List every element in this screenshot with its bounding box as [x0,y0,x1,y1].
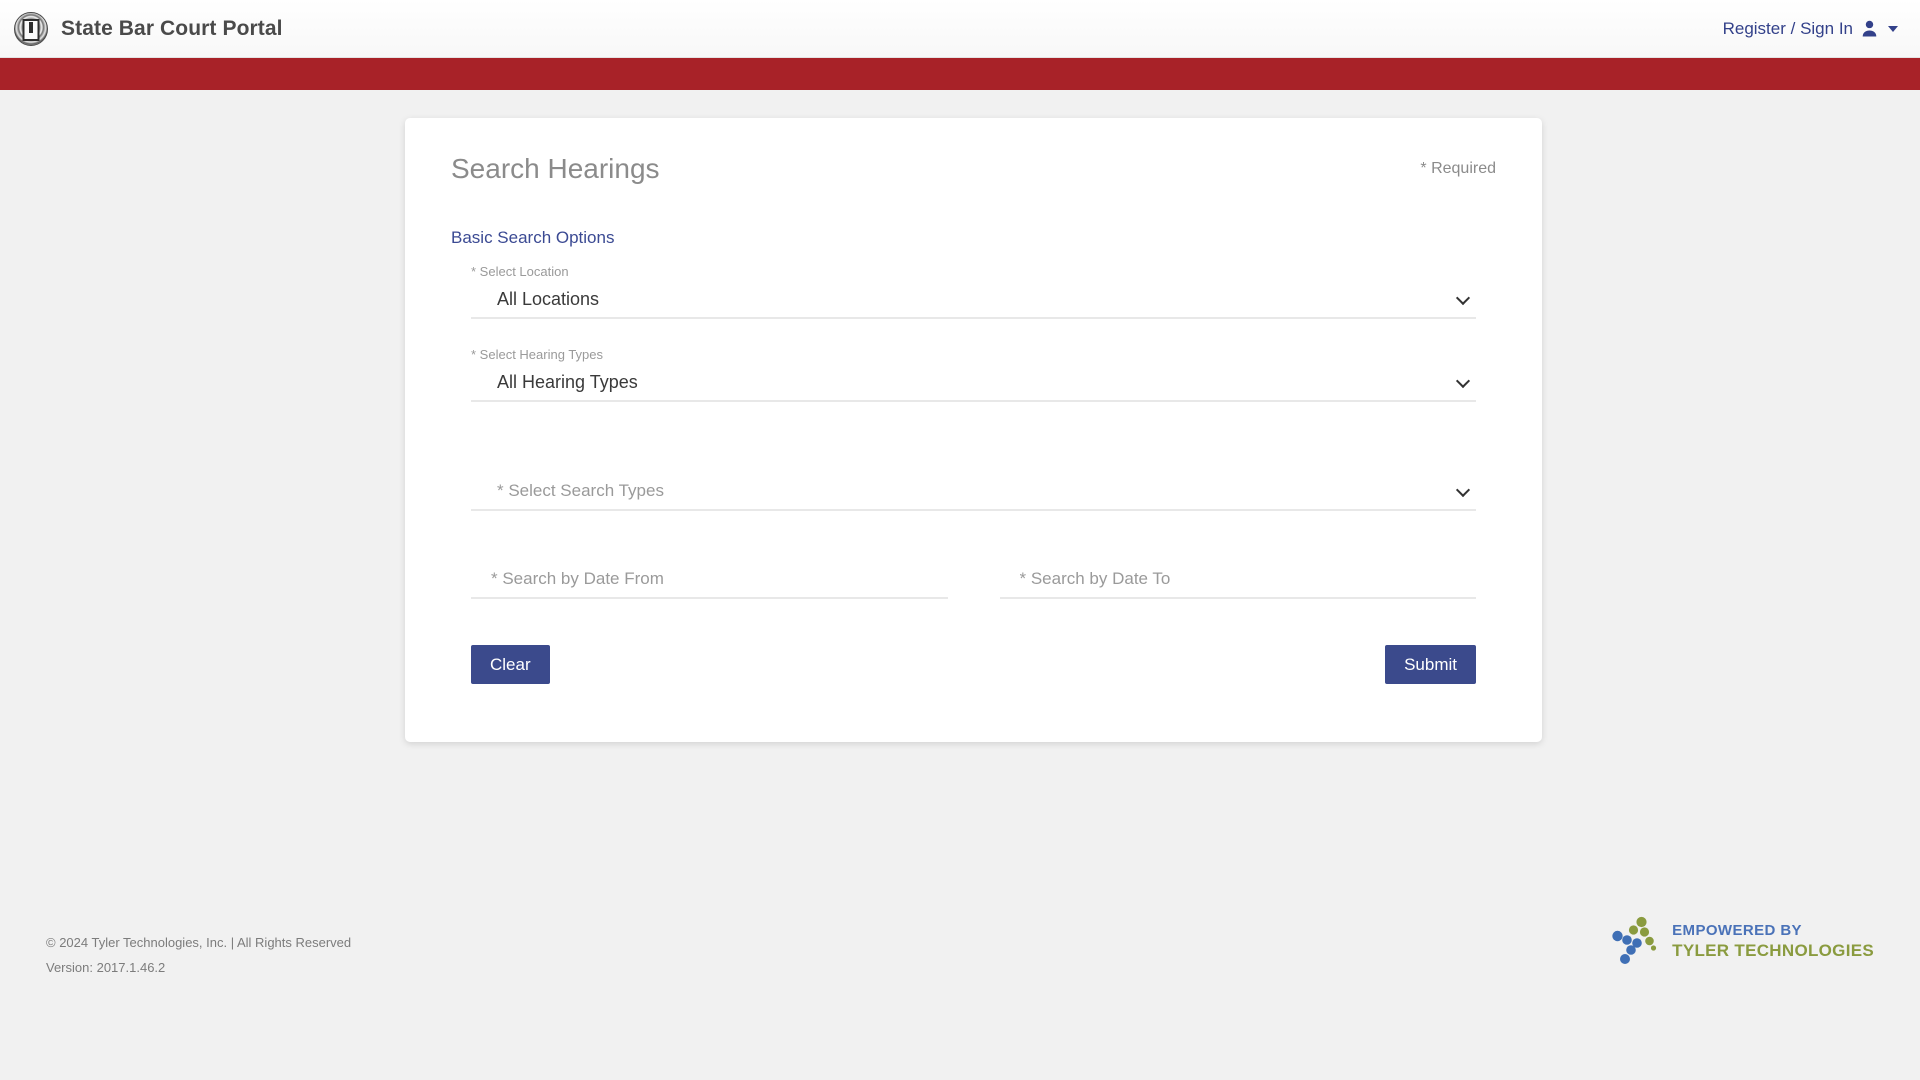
account-menu-label: Register / Sign In [1722,18,1853,38]
form-spacer [471,539,1476,565]
date-range-row [471,564,1476,599]
submit-button[interactable]: Submit [1385,644,1476,685]
label-select-search-types [471,456,1476,472]
tyler-logo-line2: TYLER TECHNOLOGIES [1672,940,1874,960]
select-search-types[interactable]: * Select Search Types [471,476,1476,511]
select-search-types-wrap: * Select Search Types [471,476,1476,511]
tyler-dots-icon [1611,916,1659,968]
search-hearings-card: Search Hearings * Required Basic Search … [405,118,1542,743]
label-select-location: * Select Location [471,263,569,279]
footer-copyright: © 2024 Tyler Technologies, Inc. | All Ri… [46,935,352,950]
field-select-hearing-types: * Select Hearing Types All Hearing Types [471,347,1476,402]
tyler-logo-wordmark: EMPOWERED BY TYLER TECHNOLOGIES [1672,922,1874,961]
tyler-technologies-logo: EMPOWERED BY TYLER TECHNOLOGIES [1611,916,1874,968]
field-select-search-types: * Select Search Types [471,456,1476,511]
select-location[interactable]: All Locations [471,284,1476,319]
card-header: Search Hearings * Required [451,152,1496,186]
select-hearing-types-wrap: All Hearing Types [471,367,1476,402]
page-title: Search Hearings [451,153,660,184]
court-seal-icon [14,11,48,46]
page-body: Search Hearings * Required Basic Search … [0,90,1920,1080]
page-footer: © 2024 Tyler Technologies, Inc. | All Ri… [0,916,1920,981]
tyler-logo-line1: EMPOWERED BY [1672,922,1802,940]
clear-button[interactable]: Clear [471,644,550,685]
required-note: * Required [1420,160,1496,177]
user-icon [1861,20,1878,37]
search-date-to-input[interactable] [999,564,1476,599]
caret-down-icon [1888,25,1898,32]
brand-home-link[interactable]: State Bar Court Portal [14,11,283,46]
select-location-wrap: All Locations [471,284,1476,319]
account-menu[interactable]: Register / Sign In [1723,19,1898,39]
footer-text-block: © 2024 Tyler Technologies, Inc. | All Ri… [46,930,351,981]
footer-version: Version: 2017.1.46.2 [46,960,166,976]
top-navbar: State Bar Court Portal Register / Sign I… [0,0,1920,58]
search-date-from-input[interactable] [471,564,948,599]
label-select-hearing-types: * Select Hearing Types [471,346,603,362]
red-accent-bar [0,58,1920,90]
basic-search-options-link[interactable]: Basic Search Options [451,228,614,248]
form-actions: Clear Submit [471,644,1476,685]
field-date-to [999,564,1476,599]
search-form: * Select Location All Locations * Select… [451,264,1496,685]
field-select-location: * Select Location All Locations [471,264,1476,319]
form-spacer [471,430,1476,456]
field-date-from [471,564,948,599]
select-hearing-types[interactable]: All Hearing Types [471,367,1476,402]
brand-title: State Bar Court Portal [61,16,283,40]
